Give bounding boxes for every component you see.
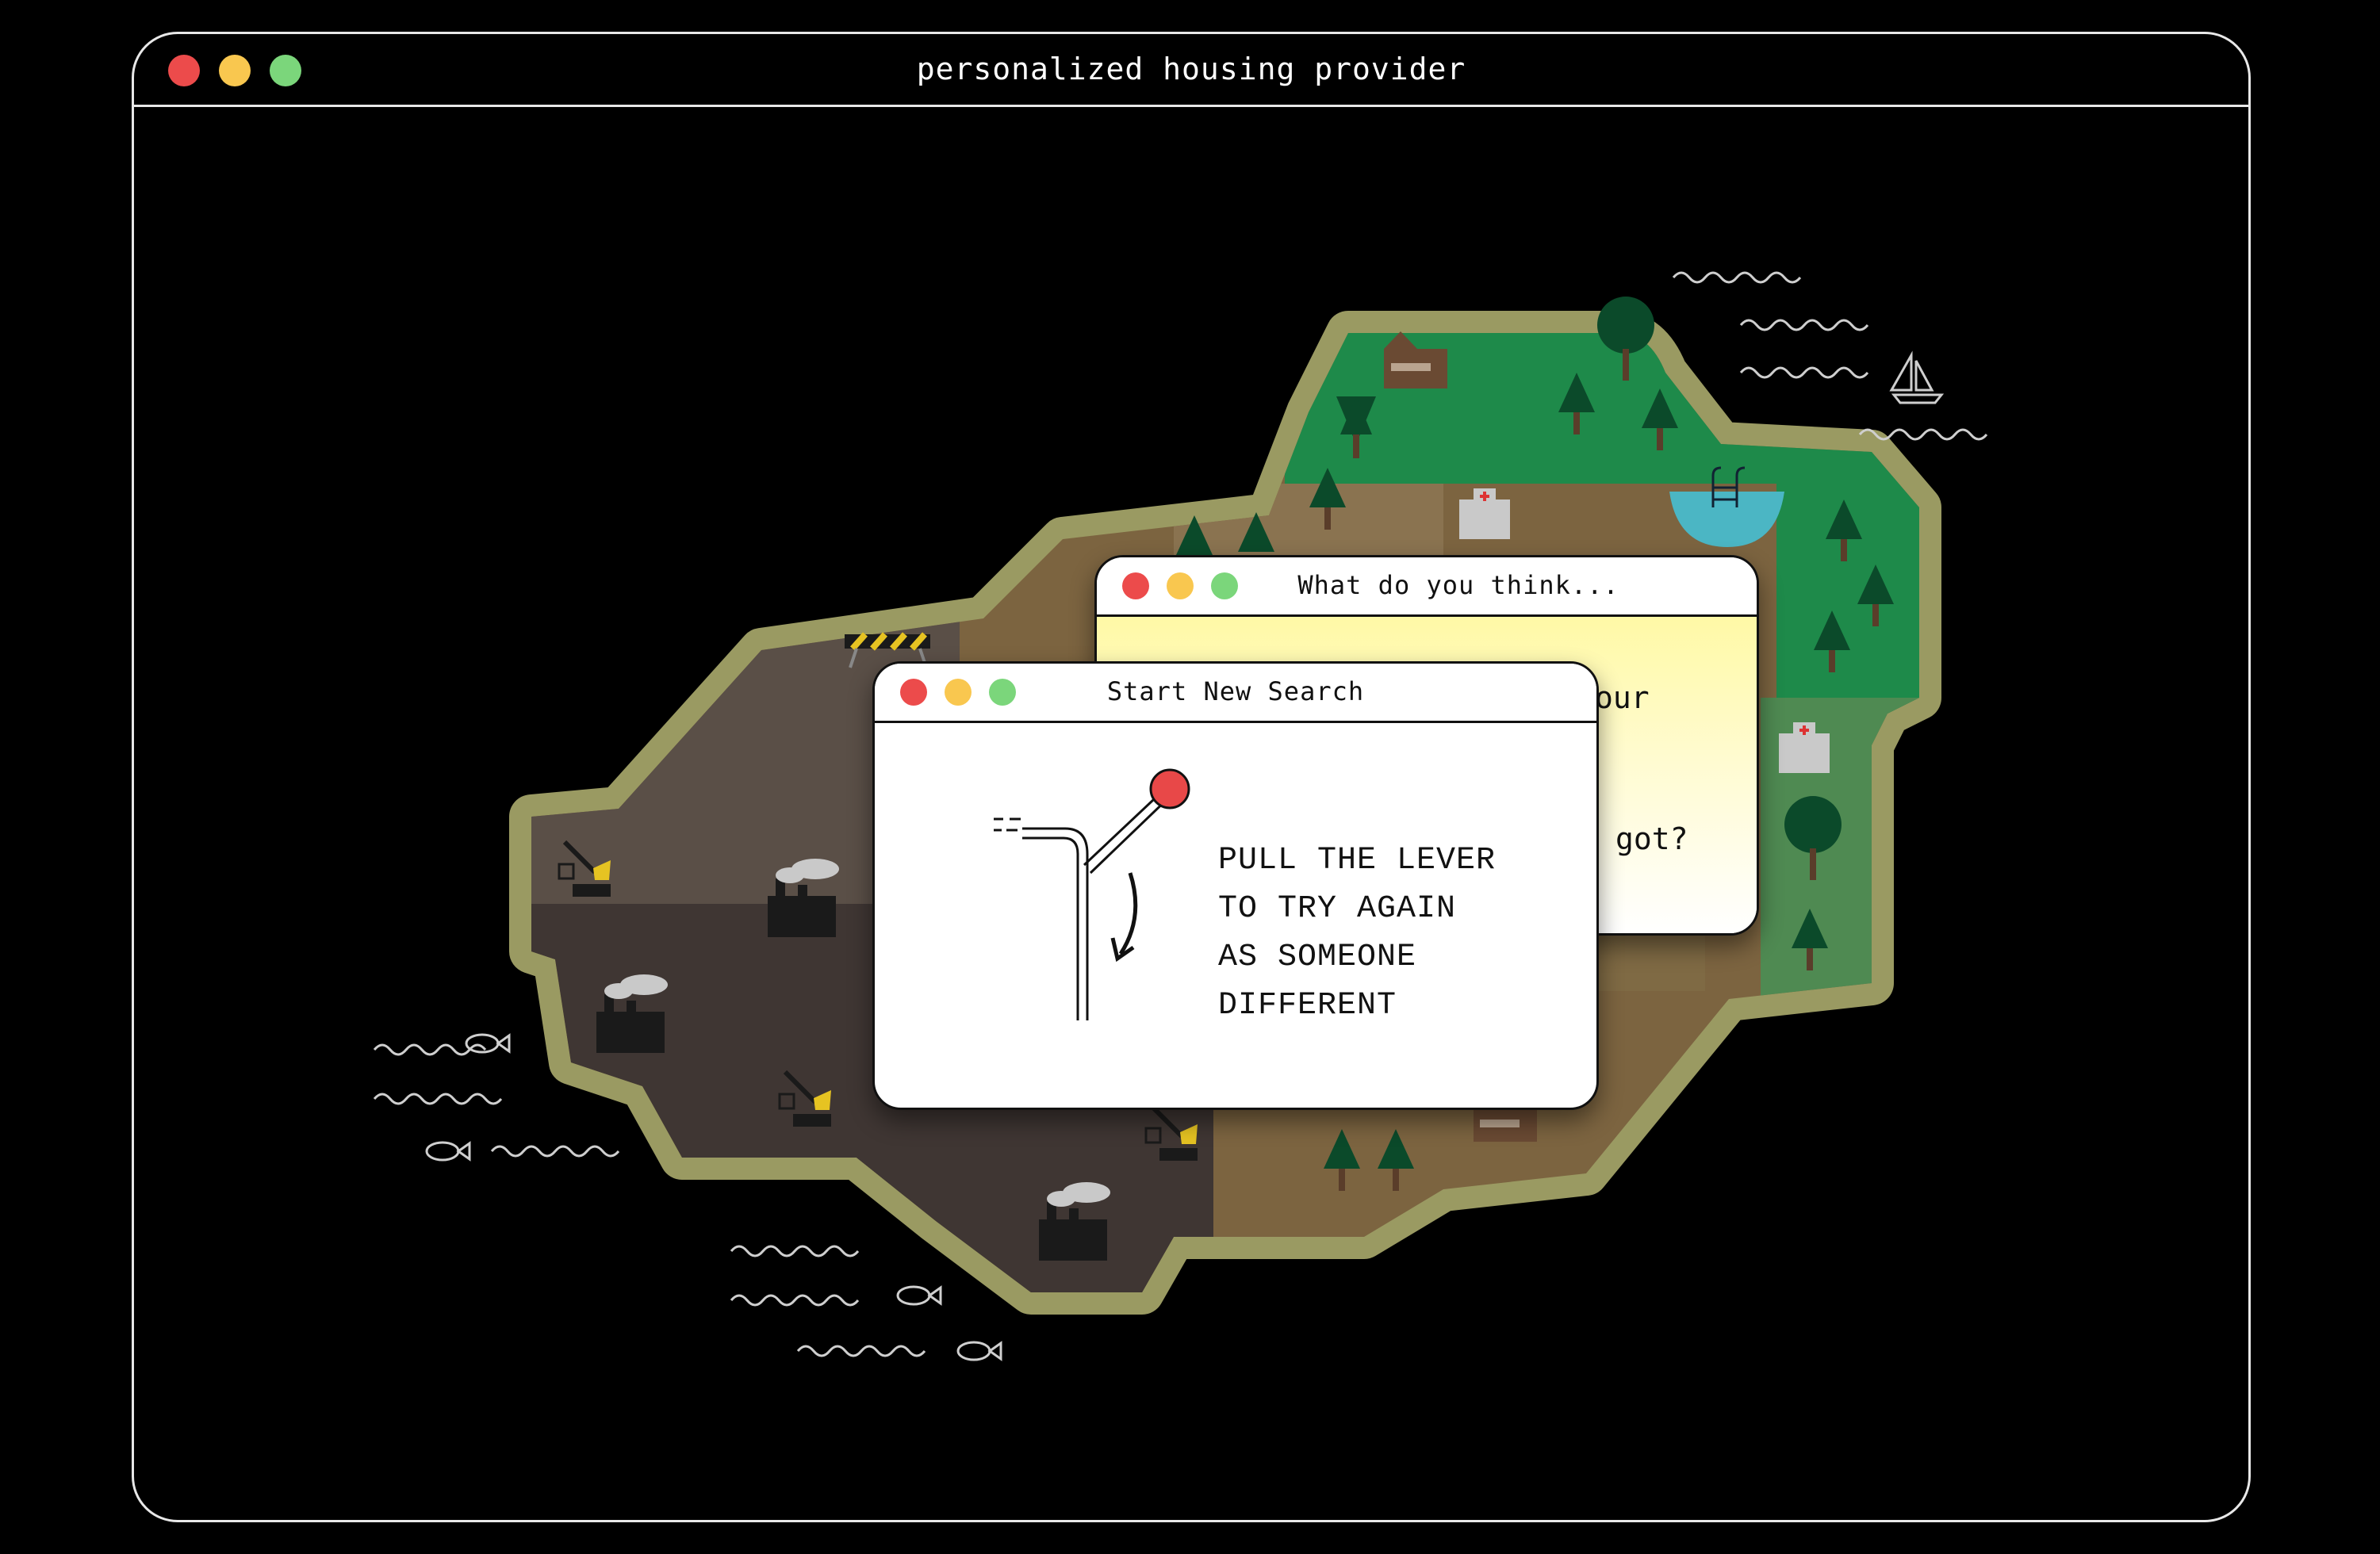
start-new-search-dialog[interactable]: Start New Search PULL THE LEVER TO TRY A… [872,661,1599,1110]
fish-icon [896,1285,942,1306]
lever-instruction-text: PULL THE LEVER TO TRY AGAIN AS SOMEONE D… [1218,836,1496,1030]
sailboat-icon [1889,350,1945,404]
lever-text-line: AS SOMEONE [1218,940,1417,975]
pull-arrow-icon [1110,872,1138,963]
fish-icon [465,1033,511,1054]
lever-icon[interactable] [994,786,1175,1020]
lever-text-line: PULL THE LEVER [1218,843,1497,878]
question-dialog-titlebar[interactable]: What do you think... [1097,557,1757,617]
question-text-line-2: got? [1615,821,1688,856]
lever-knob-icon [1149,768,1190,810]
question-text-line-1: our [1595,680,1650,715]
fish-icon [425,1141,471,1162]
lever-text-line: TO TRY AGAIN [1218,891,1457,927]
fish-icon [956,1341,1002,1361]
question-dialog-title: What do you think... [1297,570,1619,600]
house-icon [1474,1110,1537,1142]
lever-text-line: DIFFERENT [1218,988,1397,1024]
